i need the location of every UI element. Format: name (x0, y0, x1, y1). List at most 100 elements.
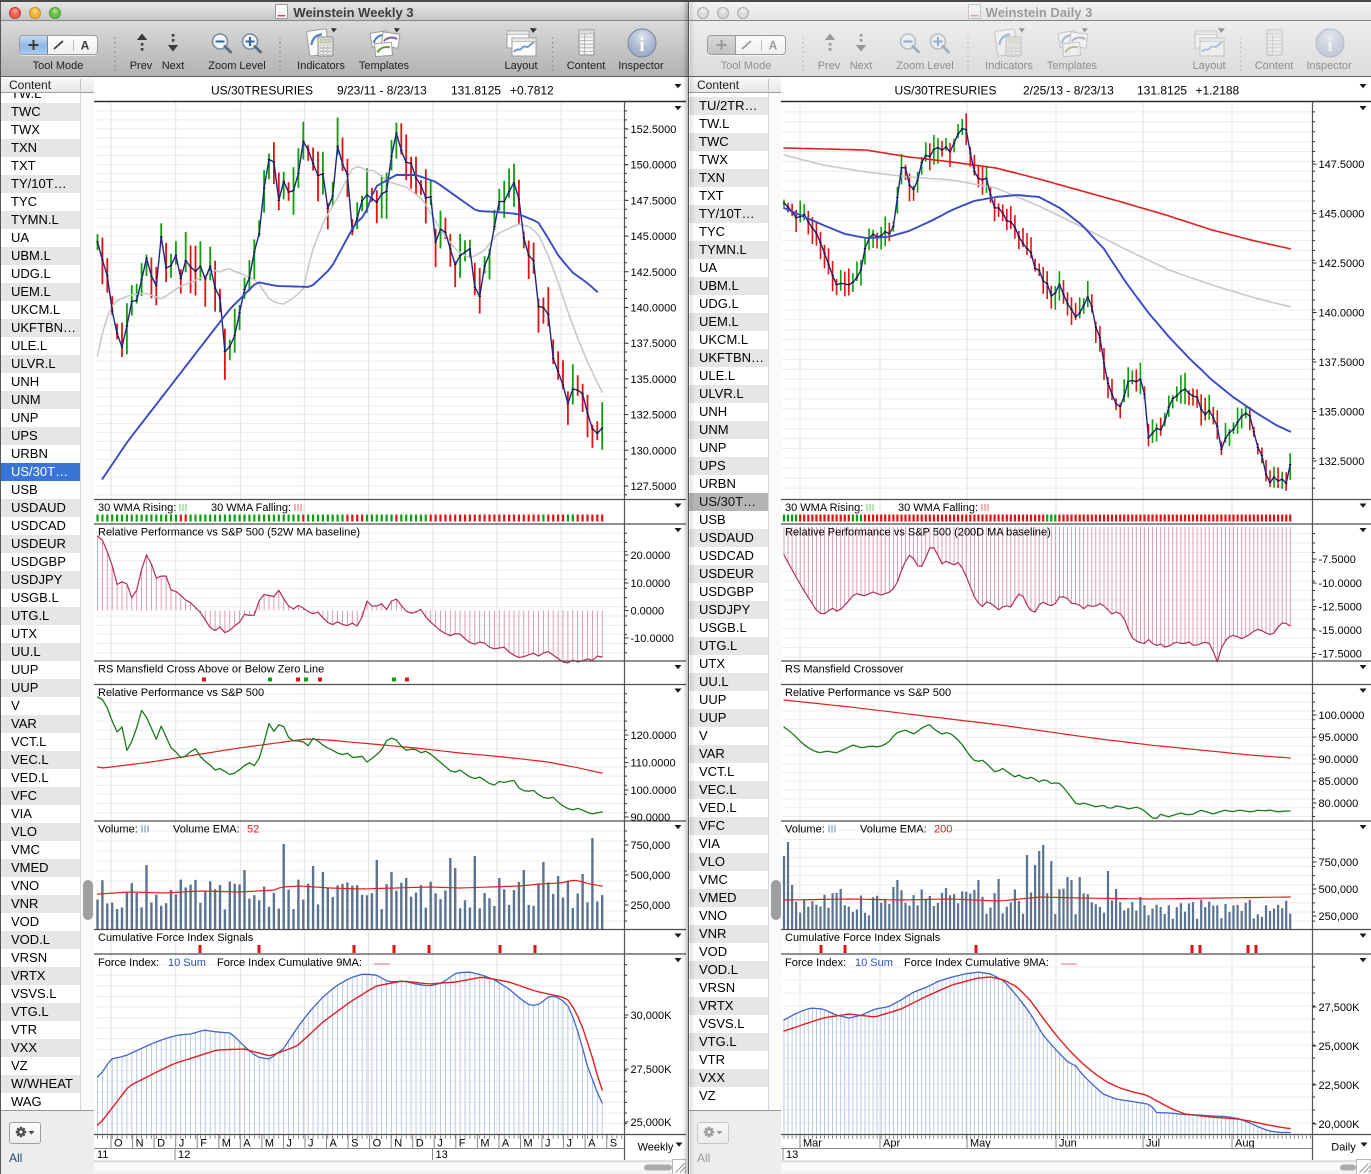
svg-text:90.0000: 90.0000 (1319, 754, 1359, 766)
svg-text:S: S (351, 1138, 358, 1150)
svg-text:500,000: 500,000 (1319, 884, 1359, 896)
svg-text:22,500K: 22,500K (1319, 1080, 1361, 1092)
svg-text:M: M (480, 1138, 489, 1150)
svg-text:S: S (610, 1138, 617, 1150)
svg-text:85.0000: 85.0000 (1319, 776, 1359, 788)
svg-text:Cumulative Force Index Signals: Cumulative Force Index Signals (785, 932, 941, 944)
svg-text:132.5000: 132.5000 (631, 410, 677, 422)
svg-text:25,000K: 25,000K (631, 1117, 673, 1129)
svg-text:20.0000: 20.0000 (631, 550, 671, 562)
svg-text:250,000: 250,000 (631, 900, 671, 912)
svg-text:A: A (502, 1138, 510, 1150)
svg-text:2/25/13 - 8/23/13: 2/25/13 - 8/23/13 (1023, 84, 1114, 98)
svg-text:147.5000: 147.5000 (631, 195, 677, 207)
svg-text:30 WMA Rising:: 30 WMA Rising: (785, 502, 863, 514)
svg-text:135.0000: 135.0000 (1319, 407, 1365, 419)
svg-text:30 WMA Rising:: 30 WMA Rising: (98, 502, 176, 514)
svg-text:27,500K: 27,500K (1319, 1002, 1361, 1014)
svg-text:J: J (567, 1138, 573, 1150)
svg-text:-10.0000: -10.0000 (631, 633, 674, 645)
svg-text:132.5000: 132.5000 (1319, 456, 1365, 468)
svg-text:Jun: Jun (1059, 1138, 1077, 1150)
svg-text:145.0000: 145.0000 (1319, 209, 1365, 221)
svg-text:Relative Performance vs S&P 50: Relative Performance vs S&P 500 (52W MA … (98, 527, 360, 539)
svg-text:Force Index:: Force Index: (98, 957, 159, 969)
svg-text:Relative Performance vs S&P 50: Relative Performance vs S&P 500 (785, 687, 951, 699)
svg-text:137.5000: 137.5000 (1319, 357, 1365, 369)
svg-text:200: 200 (934, 824, 952, 836)
svg-text:+1.2188: +1.2188 (1196, 84, 1240, 98)
svg-text:Volume EMA:: Volume EMA: (860, 824, 927, 836)
svg-text:145.0000: 145.0000 (631, 231, 677, 243)
svg-text:11: 11 (97, 1149, 108, 1161)
svg-text:131.8125: 131.8125 (1137, 84, 1187, 98)
svg-text:90.0000: 90.0000 (631, 812, 671, 824)
svg-text:N: N (136, 1138, 144, 1150)
svg-text:J: J (545, 1138, 551, 1150)
svg-text:27,500K: 27,500K (631, 1064, 673, 1076)
svg-text:9/23/11 - 8/23/13: 9/23/11 - 8/23/13 (337, 84, 427, 98)
svg-text:Volume:: Volume: (785, 824, 825, 836)
svg-text:US/30TRESURIES: US/30TRESURIES (211, 84, 313, 98)
svg-text:D: D (416, 1138, 424, 1150)
svg-text:52: 52 (247, 824, 259, 836)
svg-text:100.0000: 100.0000 (631, 785, 677, 797)
svg-text:N: N (394, 1138, 402, 1150)
svg-text:750,000: 750,000 (631, 840, 671, 852)
svg-text:J: J (437, 1138, 443, 1150)
svg-text:13: 13 (436, 1149, 448, 1161)
svg-text:-7.5000: -7.5000 (1319, 554, 1356, 566)
svg-text:130.0000: 130.0000 (631, 445, 677, 457)
svg-text:Relative Performance vs S&P 50: Relative Performance vs S&P 500 (200D MA… (785, 527, 1051, 539)
svg-text:10 Sum: 10 Sum (168, 957, 206, 969)
svg-text:Jul: Jul (1146, 1138, 1160, 1150)
svg-text:A: A (588, 1138, 596, 1150)
svg-text:i: i (639, 35, 644, 56)
svg-text:-17.5000: -17.5000 (1319, 649, 1362, 661)
svg-text:O: O (373, 1138, 382, 1150)
svg-text:Weekly: Weekly (638, 1142, 674, 1154)
svg-text:F: F (459, 1138, 466, 1150)
svg-text:30 WMA Falling:: 30 WMA Falling: (211, 502, 291, 514)
svg-text:131.8125: 131.8125 (451, 84, 501, 98)
svg-text:i: i (1327, 35, 1332, 56)
svg-text:20,000K: 20,000K (1319, 1119, 1361, 1131)
svg-text:May: May (970, 1138, 991, 1150)
svg-text:RS Mansfield Cross Above or Be: RS Mansfield Cross Above or Below Zero L… (98, 664, 324, 676)
svg-text:142.5000: 142.5000 (631, 267, 677, 279)
svg-text:137.5000: 137.5000 (631, 338, 677, 350)
svg-text:+0.7812: +0.7812 (510, 84, 554, 98)
svg-text:12: 12 (178, 1149, 190, 1161)
svg-text:Force Index:: Force Index: (785, 957, 846, 969)
svg-text:750,000: 750,000 (1319, 857, 1359, 869)
svg-text:F: F (200, 1138, 207, 1150)
svg-text:-10.0000: -10.0000 (1319, 578, 1362, 590)
svg-text:152.5000: 152.5000 (631, 124, 677, 136)
svg-text:0.0000: 0.0000 (631, 606, 665, 618)
svg-text:Relative Performance vs S&P 50: Relative Performance vs S&P 500 (98, 687, 264, 699)
svg-text:142.5000: 142.5000 (1319, 258, 1365, 270)
svg-text:J: J (308, 1138, 314, 1150)
svg-text:J: J (286, 1138, 292, 1150)
svg-text:110.0000: 110.0000 (631, 758, 676, 770)
svg-text:10 Sum: 10 Sum (855, 957, 893, 969)
svg-text:US/30TRESURIES: US/30TRESURIES (895, 84, 997, 98)
svg-text:Mar: Mar (803, 1138, 822, 1150)
svg-text:127.5000: 127.5000 (631, 481, 677, 493)
svg-text:120.0000: 120.0000 (631, 730, 677, 742)
svg-text:-15.0000: -15.0000 (1319, 625, 1362, 637)
svg-text:Force Index Cumulative 9MA:: Force Index Cumulative 9MA: (217, 957, 362, 969)
svg-text:140.0000: 140.0000 (631, 303, 677, 315)
svg-text:A: A (330, 1138, 338, 1150)
svg-text:500,000: 500,000 (631, 870, 671, 882)
svg-text:M: M (524, 1138, 533, 1150)
svg-text:100.0000: 100.0000 (1319, 710, 1365, 722)
svg-text:Force Index Cumulative 9MA:: Force Index Cumulative 9MA: (904, 957, 1049, 969)
svg-text:135.0000: 135.0000 (631, 374, 677, 386)
svg-text:95.0000: 95.0000 (1319, 732, 1359, 744)
svg-text:A: A (243, 1138, 251, 1150)
svg-text:150.0000: 150.0000 (631, 160, 677, 172)
svg-text:-12.5000: -12.5000 (1319, 602, 1362, 614)
svg-text:30,000K: 30,000K (631, 1010, 673, 1022)
svg-text:Aug: Aug (1235, 1138, 1255, 1150)
